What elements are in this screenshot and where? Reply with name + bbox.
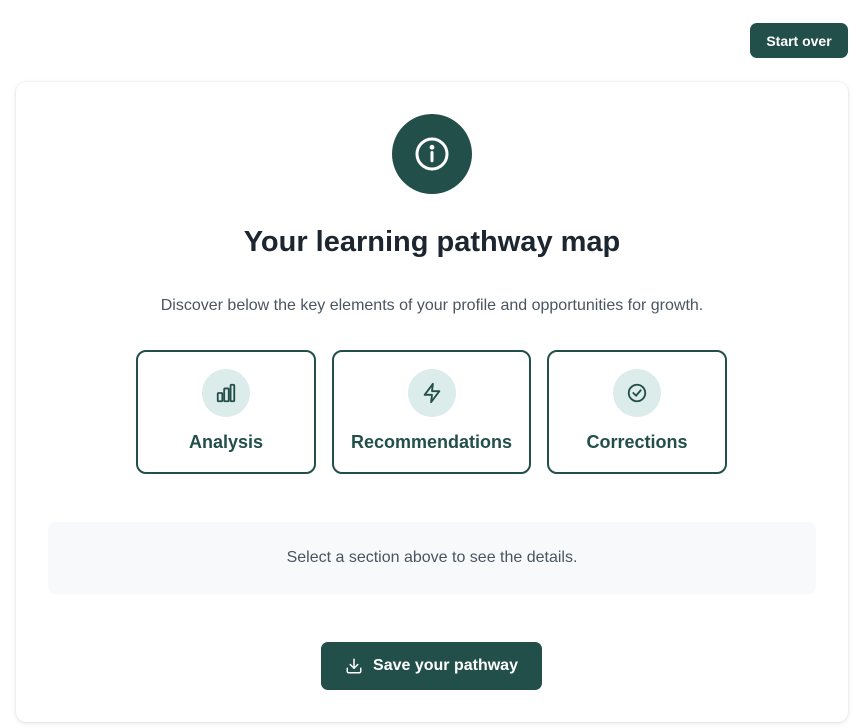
save-pathway-button[interactable]: Save your pathway	[321, 642, 542, 690]
check-circle-icon	[613, 369, 661, 417]
section-label-corrections: Corrections	[586, 432, 688, 452]
lightning-icon	[407, 369, 456, 417]
bar-chart-icon	[202, 369, 250, 417]
section-label-recommendations: Recommendations	[350, 432, 513, 452]
save-pathway-label: Save your pathway	[373, 657, 518, 674]
section-tile-recommendations[interactable]: Recommendations	[332, 350, 531, 474]
pathway-card: Your learning pathway map Discover below…	[16, 82, 848, 722]
download-icon	[345, 657, 363, 675]
detail-placeholder: Select a section above to see the detail…	[286, 549, 578, 566]
page-title: Your learning pathway map	[243, 226, 621, 258]
page-subtitle: Discover below the key elements of your …	[160, 297, 704, 314]
section-tile-analysis[interactable]: Analysis	[136, 350, 316, 474]
section-tile-corrections[interactable]: Corrections	[547, 350, 727, 474]
detail-panel: Select a section above to see the detail…	[48, 522, 816, 594]
info-icon	[392, 114, 472, 194]
section-label-analysis: Analysis	[188, 432, 264, 452]
start-over-button[interactable]: Start over	[750, 23, 848, 58]
